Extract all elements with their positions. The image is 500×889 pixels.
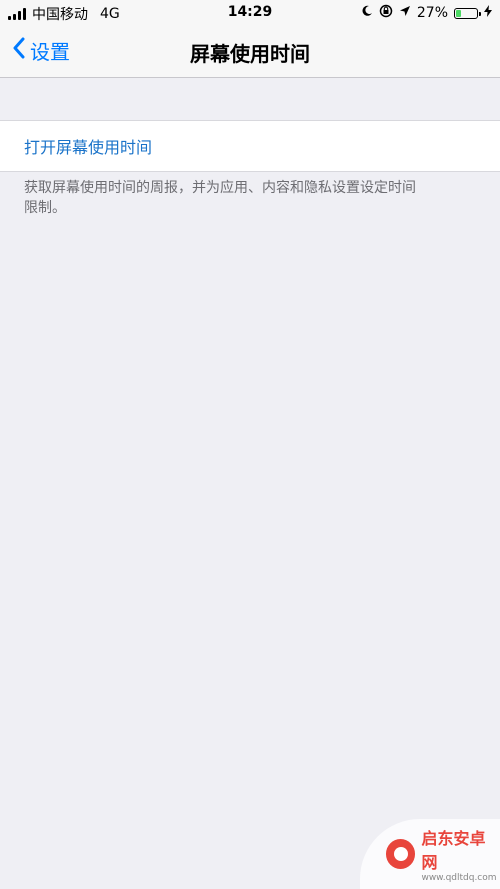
section-footer-note: 获取屏幕使用时间的周报，并为应用、内容和隐私设置设定时间限制。 <box>24 180 416 216</box>
battery-cap <box>479 11 481 16</box>
rotation-lock-icon <box>379 4 393 22</box>
battery-icon <box>454 7 481 19</box>
watermark: 启东安卓网 www.qdltdq.com <box>360 819 500 889</box>
charging-bolt-icon <box>484 5 492 21</box>
nav-bar: 设置 屏幕使用时间 <box>0 26 500 78</box>
watermark-logo-icon <box>386 839 416 869</box>
enable-screen-time-row[interactable]: 打开屏幕使用时间 <box>0 120 500 172</box>
watermark-url: www.qdltdq.com <box>421 873 497 883</box>
moon-icon <box>361 5 373 21</box>
watermark-name: 启东安卓网 <box>421 829 486 872</box>
watermark-text: 启东安卓网 www.qdltdq.com <box>421 825 500 883</box>
status-right: 27% <box>361 4 492 22</box>
location-arrow-icon <box>399 5 411 21</box>
page-title: 屏幕使用时间 <box>190 42 310 66</box>
battery-fill <box>456 9 461 17</box>
enable-screen-time-label: 打开屏幕使用时间 <box>24 138 153 157</box>
status-bar: 中国移动 4G 14:29 27% <box>0 0 500 26</box>
battery-percent: 27% <box>416 5 448 21</box>
